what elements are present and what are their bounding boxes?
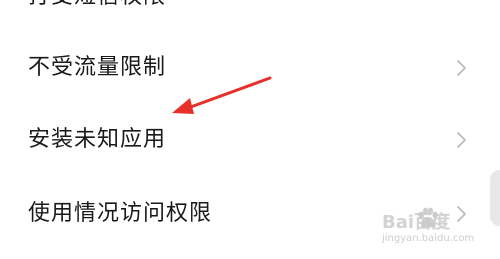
list-item-label: 打受短信权限 [28, 0, 166, 27]
chevron-right-icon [455, 131, 469, 149]
scrollbar-thumb[interactable] [490, 170, 500, 226]
list-item-label: 不受流量限制 [28, 55, 167, 80]
list-item-label: 使用情况访问权限 [28, 201, 213, 226]
chevron-right-icon [455, 59, 469, 77]
list-item-label: 安装未知应用 [28, 127, 167, 152]
list-item-install-unknown-apps[interactable]: 安装未知应用 [0, 110, 500, 170]
list-item-usage-access[interactable]: 使用情况访问权限 [0, 184, 500, 244]
chevron-right-icon [455, 205, 469, 223]
list-item-sms-permission[interactable]: 打受短信权限 [0, 0, 500, 27]
settings-list: 打受短信权限 不受流量限制 安装未知应用 使用情况访问权限 [0, 0, 500, 259]
list-item-unlimited-data[interactable]: 不受流量限制 [0, 38, 500, 98]
